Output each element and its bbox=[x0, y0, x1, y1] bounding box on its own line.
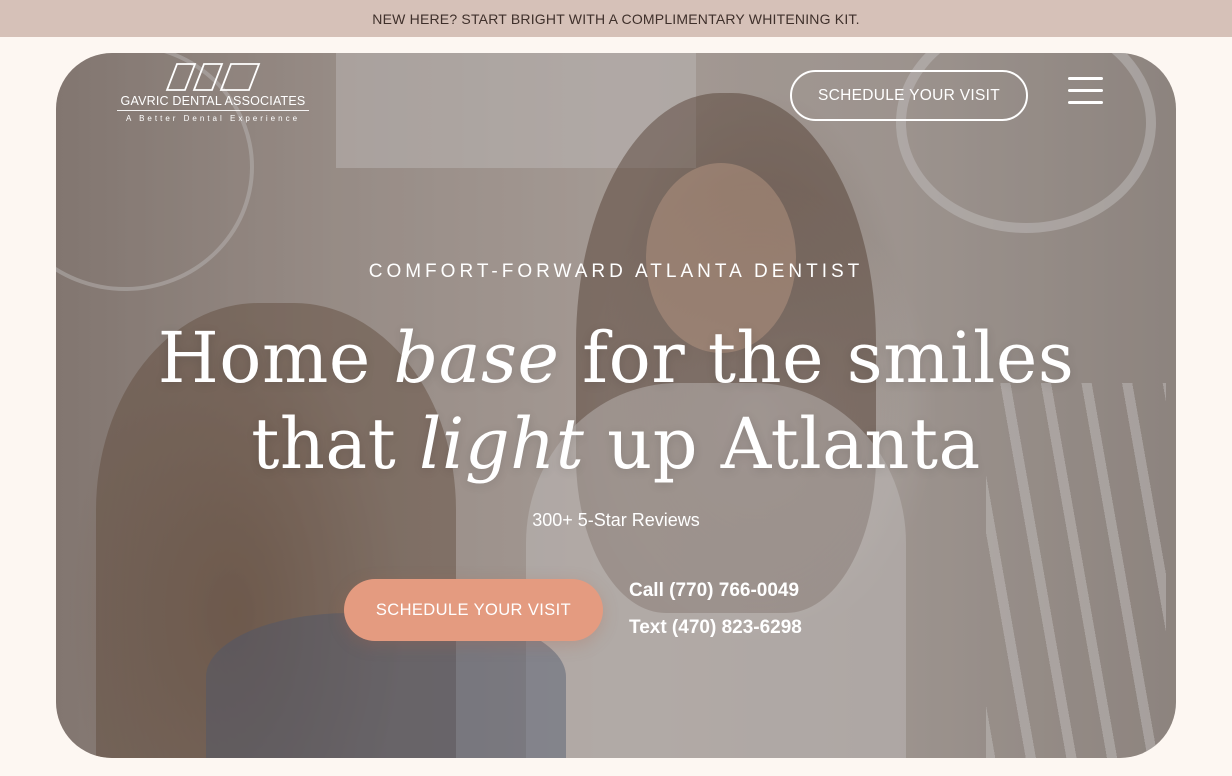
call-phone-link[interactable]: Call (770) 766-0049 bbox=[629, 580, 799, 602]
hero-schedule-label: SCHEDULE YOUR VISIT bbox=[375, 600, 572, 619]
logo-mark-icon bbox=[165, 63, 261, 91]
logo-tagline: A Better Dental Experience bbox=[125, 114, 301, 123]
hero-schedule-button[interactable]: SCHEDULE YOUR VISIT bbox=[344, 579, 603, 641]
announcement-text: NEW HERE? START BRIGHT WITH A COMPLIMENT… bbox=[372, 10, 860, 27]
hero-headline: Home base for the smiles that light up A… bbox=[157, 317, 1075, 485]
announcement-bar: NEW HERE? START BRIGHT WITH A COMPLIMENT… bbox=[0, 0, 1232, 37]
reviews-count[interactable]: 300+ 5-Star Reviews bbox=[56, 510, 1176, 531]
nav-schedule-label: SCHEDULE YOUR VISIT bbox=[818, 86, 1000, 104]
site-logo[interactable]: GAVRIC DENTAL ASSOCIATES A Better Dental… bbox=[117, 62, 309, 123]
nav-schedule-button[interactable]: SCHEDULE YOUR VISIT bbox=[790, 70, 1028, 121]
text-phone-link[interactable]: Text (470) 823-6298 bbox=[629, 617, 802, 639]
hamburger-icon[interactable] bbox=[1068, 77, 1103, 105]
hero-eyebrow: COMFORT-FORWARD ATLANTA DENTIST bbox=[368, 261, 864, 282]
logo-name: GAVRIC DENTAL ASSOCIATES bbox=[117, 94, 309, 111]
hero-section: GAVRIC DENTAL ASSOCIATES A Better Dental… bbox=[56, 53, 1176, 758]
